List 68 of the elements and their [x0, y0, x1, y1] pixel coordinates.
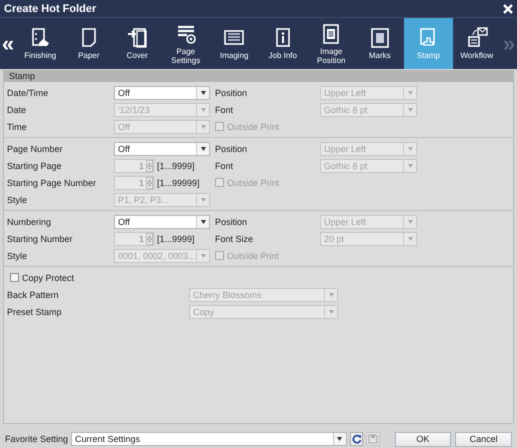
caret-icon	[408, 108, 412, 112]
field-label: Favorite Setting	[5, 434, 68, 444]
field-label: Style	[7, 194, 28, 204]
checkbox-label: Outside Print	[227, 122, 280, 132]
field-label: Date	[7, 104, 28, 114]
range-hint: [1...9999]	[157, 160, 195, 170]
dropdown[interactable]: Off	[114, 214, 210, 228]
range-hint: [1...99999]	[157, 178, 200, 188]
window-title: Create Hot Folder	[4, 2, 96, 14]
field-label: Preset Stamp	[7, 306, 63, 316]
caret-icon	[200, 90, 206, 94]
field-label: Position	[215, 144, 248, 154]
field-label: Position	[215, 216, 248, 226]
caret-icon	[408, 90, 412, 94]
field-label: Numbering	[7, 216, 52, 226]
refresh-icon[interactable]	[350, 432, 364, 446]
spin-arrows-icon	[146, 160, 153, 172]
field-label: Date/Time	[7, 88, 50, 98]
caret-icon	[200, 146, 206, 150]
field-label: Starting Number	[7, 234, 74, 244]
caret-icon	[408, 236, 412, 240]
caret-icon	[200, 108, 206, 112]
checkbox[interactable]	[10, 273, 19, 282]
caret-icon	[200, 254, 206, 258]
dialog-button[interactable]: Cancel	[455, 432, 512, 446]
caret-icon	[328, 310, 334, 314]
checkbox-label: Outside Print	[227, 178, 280, 188]
tab[interactable]: Finishing	[16, 18, 64, 69]
dialog-button[interactable]: OK	[394, 432, 452, 446]
range-hint: [1...9999]	[157, 234, 195, 244]
caret-icon	[408, 164, 412, 168]
caret-icon	[328, 292, 334, 296]
tab-icon	[125, 26, 150, 50]
tab[interactable]: Image Position	[307, 18, 356, 69]
section-header: Stamp	[4, 71, 513, 82]
field-label: Back Pattern	[7, 290, 60, 300]
field-label: Starting Page Number	[7, 178, 98, 188]
tab[interactable]: Imaging	[210, 18, 258, 69]
field-label: Position	[215, 88, 248, 98]
spin-arrows-icon	[146, 176, 153, 188]
tab[interactable]: Workflow	[452, 18, 501, 69]
previous-arrow[interactable]: «	[0, 18, 16, 69]
caret-icon	[337, 437, 342, 441]
field-label: Time	[7, 122, 28, 132]
caret-icon	[408, 146, 412, 150]
field-label: Starting Page	[7, 160, 63, 170]
dropdown[interactable]: Current Settings	[71, 432, 347, 446]
field-label: Font Size	[215, 234, 254, 244]
field-label: Font	[215, 160, 234, 170]
caret-icon	[200, 220, 206, 224]
tab[interactable]: Marks	[356, 18, 404, 69]
caret-icon	[200, 124, 206, 128]
tab[interactable]: Job Info	[258, 18, 307, 69]
checkbox-label: Copy Protect	[22, 272, 74, 282]
tab[interactable]: Cover	[113, 18, 162, 69]
dropdown[interactable]: Off	[114, 142, 210, 156]
tab[interactable]: Stamp	[404, 18, 452, 69]
field-label: Style	[7, 250, 28, 260]
caret-icon	[200, 198, 206, 202]
tab[interactable]: Paper	[64, 18, 113, 69]
dropdown[interactable]: Off	[114, 86, 210, 100]
caret-icon	[408, 220, 412, 224]
spin-arrows-icon	[146, 232, 153, 244]
checkbox-label: Outside Print	[227, 250, 280, 260]
field-label: Font	[215, 104, 234, 114]
tab[interactable]: Page Settings	[162, 18, 210, 69]
close-icon[interactable]	[503, 4, 513, 14]
field-label: Page Number	[7, 144, 64, 154]
